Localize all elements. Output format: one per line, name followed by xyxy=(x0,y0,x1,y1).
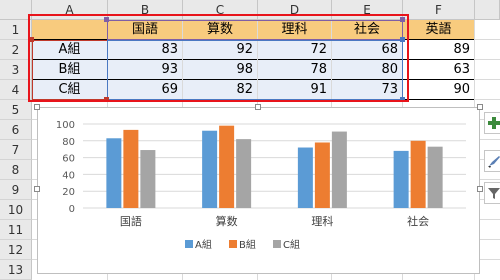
bar xyxy=(236,139,252,208)
column-header-f[interactable]: F xyxy=(403,0,475,20)
column-header-c[interactable]: C xyxy=(183,0,258,20)
bar xyxy=(123,129,139,208)
row-header-4[interactable]: 4 xyxy=(0,80,32,100)
cell-d4[interactable]: 91 xyxy=(258,80,331,100)
row-header-5[interactable]: 5 xyxy=(0,100,32,120)
row-header-1[interactable]: 1 xyxy=(0,20,32,40)
legend-swatch xyxy=(229,240,237,248)
legend-label: C組 xyxy=(283,238,300,251)
filter-icon xyxy=(488,188,500,199)
cell-c4[interactable]: 82 xyxy=(183,80,257,100)
range-handle[interactable] xyxy=(29,37,34,42)
cell-b3[interactable]: 93 xyxy=(108,60,182,80)
cell-d2[interactable]: 72 xyxy=(258,40,331,60)
bar xyxy=(297,147,313,208)
column-header-a[interactable]: A xyxy=(32,0,108,20)
column-header-d[interactable]: D xyxy=(258,0,332,20)
range-handle[interactable] xyxy=(400,37,405,42)
row-header-8[interactable]: 8 xyxy=(0,160,32,180)
range-handle[interactable] xyxy=(104,17,109,22)
row-header-10[interactable]: 10 xyxy=(0,200,32,220)
cell-f1[interactable]: 英語 xyxy=(403,20,474,40)
chart-resize-handle[interactable] xyxy=(477,104,483,110)
range-handle[interactable] xyxy=(400,97,405,102)
cell-d1[interactable]: 理科 xyxy=(258,20,331,40)
column-header-g[interactable] xyxy=(475,0,500,20)
y-tick-label: 20 xyxy=(62,187,75,198)
cell-c3[interactable]: 98 xyxy=(183,60,257,80)
row-header-12[interactable]: 12 xyxy=(0,240,32,260)
row-header-3[interactable]: 3 xyxy=(0,60,32,80)
brush-icon xyxy=(488,156,500,168)
bar xyxy=(202,130,218,208)
cell-a4[interactable]: C組 xyxy=(32,80,107,100)
y-tick-label: 0 xyxy=(69,204,75,215)
cell-a2[interactable]: A組 xyxy=(32,40,107,60)
legend-label: B組 xyxy=(239,238,256,251)
bar xyxy=(106,138,122,208)
cell-b1[interactable]: 国語 xyxy=(108,20,182,40)
y-tick-label: 80 xyxy=(62,137,75,148)
row-header-6[interactable]: 6 xyxy=(0,120,32,140)
cell-c1[interactable]: 算数 xyxy=(183,20,257,40)
chart-resize-handle[interactable] xyxy=(477,186,483,192)
chart-elements-button[interactable] xyxy=(484,112,500,134)
cell-e2[interactable]: 68 xyxy=(332,40,402,60)
y-tick-label: 100 xyxy=(56,120,75,131)
row-header-7[interactable]: 7 xyxy=(0,140,32,160)
chart-filters-button[interactable] xyxy=(484,182,500,204)
row-header-2[interactable]: 2 xyxy=(0,40,32,60)
y-tick-label: 60 xyxy=(62,154,75,165)
row-header-13[interactable]: 13 xyxy=(0,260,32,280)
cell-f3[interactable]: 63 xyxy=(403,60,474,80)
cell-b2[interactable]: 83 xyxy=(108,40,182,60)
x-tick-label: 社会 xyxy=(407,214,429,228)
chart-resize-handle[interactable] xyxy=(34,104,40,110)
y-tick-label: 40 xyxy=(62,170,75,181)
chart-resize-handle[interactable] xyxy=(34,186,40,192)
x-tick-label: 国語 xyxy=(120,214,142,228)
legend-swatch xyxy=(273,240,281,248)
range-handle[interactable] xyxy=(104,97,109,102)
cell-b4[interactable]: 69 xyxy=(108,80,182,100)
bar xyxy=(314,142,330,208)
cell-a3[interactable]: B組 xyxy=(32,60,107,80)
chart-styles-button[interactable] xyxy=(484,150,500,172)
cell-e1[interactable]: 社会 xyxy=(332,20,402,40)
x-tick-label: 理科 xyxy=(311,214,333,228)
plus-icon xyxy=(488,117,500,129)
cell-c2[interactable]: 92 xyxy=(183,40,257,60)
chart-resize-handle[interactable] xyxy=(255,104,261,110)
row-header-11[interactable]: 11 xyxy=(0,220,32,240)
x-tick-label: 算数 xyxy=(216,214,238,228)
column-header-b[interactable]: B xyxy=(108,0,183,20)
select-all-corner[interactable] xyxy=(0,0,32,20)
bar xyxy=(140,150,156,208)
column-header-e[interactable]: E xyxy=(332,0,403,20)
cell-f2[interactable]: 89 xyxy=(403,40,474,60)
cell-d3[interactable]: 78 xyxy=(258,60,331,80)
column-chart[interactable]: 0 20 40 60 80 100 国語 算数 理科 社会 A組 B組 C組 xyxy=(38,108,479,273)
cell-a1[interactable] xyxy=(32,20,107,40)
bar xyxy=(393,150,409,208)
range-handle[interactable] xyxy=(400,17,405,22)
cell-e4[interactable]: 73 xyxy=(332,80,402,100)
legend-label: A組 xyxy=(195,238,212,251)
row-header-9[interactable]: 9 xyxy=(0,180,32,200)
chart-area[interactable]: 0 20 40 60 80 100 国語 算数 理科 社会 A組 B組 C組 xyxy=(37,107,480,274)
legend-swatch xyxy=(185,240,193,248)
cell-e3[interactable]: 80 xyxy=(332,60,402,80)
bar xyxy=(427,146,443,208)
bar xyxy=(331,131,347,208)
cell-f4[interactable]: 90 xyxy=(403,80,474,100)
bar xyxy=(219,125,235,208)
bar xyxy=(410,140,426,208)
